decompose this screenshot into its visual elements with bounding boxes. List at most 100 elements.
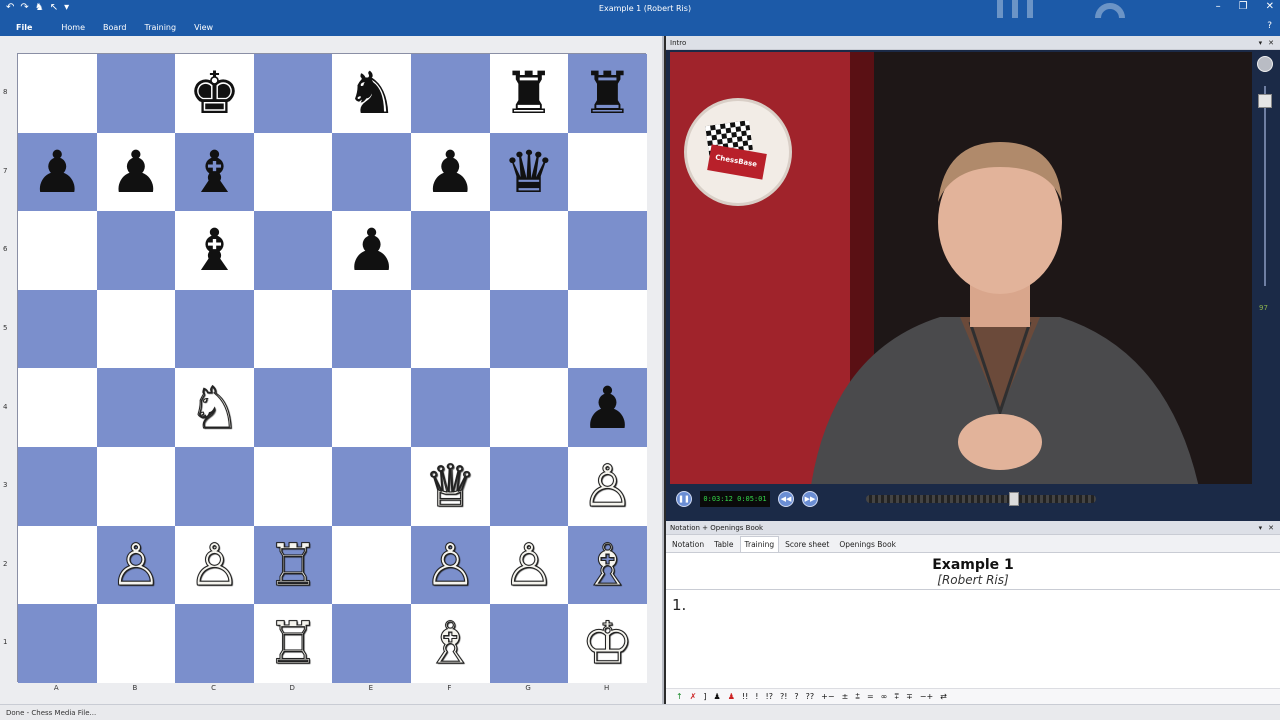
annotation-symbol-button[interactable]: !? — [766, 692, 773, 701]
chess-piece[interactable]: ♟ — [424, 143, 476, 201]
square-f1[interactable]: ♗ — [410, 604, 490, 683]
square-c4[interactable]: ♘ — [175, 368, 254, 447]
annotation-symbol-button[interactable]: +− — [821, 692, 834, 701]
square-g1[interactable] — [489, 604, 569, 683]
tab-home[interactable]: Home — [52, 23, 94, 32]
square-g8[interactable]: ♜ — [489, 54, 569, 133]
annotation-symbol-button[interactable]: ?? — [806, 692, 815, 701]
fast-forward-button[interactable]: ▶▶ — [802, 491, 818, 507]
annotation-symbol-button[interactable]: ⩲ — [855, 692, 860, 702]
chess-piece[interactable]: ♗ — [581, 535, 634, 594]
square-e4[interactable] — [332, 368, 411, 447]
volume-rail[interactable] — [1264, 86, 1266, 286]
square-b1[interactable] — [96, 604, 176, 683]
annotation-symbol-button[interactable]: = — [867, 692, 874, 701]
square-a3[interactable] — [18, 446, 97, 526]
square-d4[interactable] — [253, 368, 333, 447]
square-d8[interactable] — [253, 54, 333, 133]
square-a4[interactable] — [18, 368, 97, 447]
square-e7[interactable] — [332, 132, 411, 212]
square-c6[interactable]: ♝ — [175, 211, 254, 290]
square-f8[interactable] — [410, 54, 490, 133]
annotation-symbol-button[interactable]: ∞ — [881, 692, 888, 701]
tab-openings-book[interactable]: Openings Book — [835, 537, 900, 552]
square-d2[interactable]: ♖ — [253, 525, 333, 605]
square-g4[interactable] — [489, 368, 569, 447]
square-a7[interactable]: ♟ — [18, 132, 97, 212]
square-h1[interactable]: ♔ — [568, 604, 647, 683]
panel-menu-icon[interactable]: ▾ — [1259, 39, 1263, 47]
square-f6[interactable] — [410, 211, 490, 290]
chess-board[interactable]: ♚ ♞ ♜ ♜ ♟ ♟ ♝ ♟ ♛ ♝ ♟ ♘ ♟ ♕ ♙ ♙ ♙ ♖ ♙ ♙ ♗ ♖ ♗ ♔ — [17, 53, 647, 683]
pawn-icon[interactable]: ♟ — [714, 692, 721, 701]
square-f5[interactable] — [410, 289, 490, 369]
chess-piece[interactable]: ♟ — [581, 379, 633, 437]
square-c8[interactable]: ♚ — [175, 54, 254, 133]
square-g6[interactable] — [489, 211, 569, 290]
chess-piece[interactable]: ♙ — [581, 457, 634, 516]
chess-piece[interactable]: ♟ — [346, 221, 398, 279]
chess-piece[interactable]: ♕ — [424, 457, 477, 516]
square-g3[interactable] — [489, 446, 569, 526]
chess-piece[interactable]: ♜ — [581, 64, 633, 122]
chess-piece[interactable]: ♙ — [424, 535, 477, 594]
volume-thumb[interactable] — [1258, 94, 1272, 108]
chess-piece[interactable]: ♜ — [503, 64, 555, 122]
square-b2[interactable]: ♙ — [96, 525, 176, 605]
chess-piece[interactable]: ♚ — [188, 64, 240, 122]
square-b4[interactable] — [96, 368, 176, 447]
annotation-symbol-button[interactable]: ?! — [780, 692, 787, 701]
square-g2[interactable]: ♙ — [489, 525, 569, 605]
square-g7[interactable]: ♛ — [489, 132, 569, 212]
square-b7[interactable]: ♟ — [96, 132, 176, 212]
tab-board[interactable]: Board — [94, 23, 136, 32]
tab-training[interactable]: Training — [136, 23, 186, 32]
square-c3[interactable] — [175, 446, 254, 526]
pause-button[interactable]: ❚❚ — [676, 491, 692, 507]
square-d7[interactable] — [253, 132, 333, 212]
square-b5[interactable] — [96, 289, 176, 369]
annotation-symbol-button[interactable]: −+ — [920, 692, 933, 701]
panel-menu-icon[interactable]: ▾ — [1259, 524, 1263, 532]
tab-file[interactable]: File — [0, 23, 52, 32]
chess-piece[interactable]: ♞ — [346, 64, 398, 122]
square-e2[interactable] — [332, 525, 411, 605]
square-a2[interactable] — [18, 525, 97, 605]
square-f7[interactable]: ♟ — [410, 132, 490, 212]
maximize-icon[interactable]: ❐ — [1239, 1, 1248, 12]
rewind-button[interactable]: ◀◀ — [778, 491, 794, 507]
square-h5[interactable] — [568, 289, 647, 369]
chess-piece[interactable]: ♝ — [188, 221, 240, 279]
square-d5[interactable] — [253, 289, 333, 369]
square-h7[interactable] — [568, 132, 647, 212]
square-h2[interactable]: ♗ — [568, 525, 647, 605]
square-g5[interactable] — [489, 289, 569, 369]
square-d3[interactable] — [253, 446, 333, 526]
chess-piece[interactable]: ♛ — [503, 143, 555, 201]
square-a5[interactable] — [18, 289, 97, 369]
volume-dial-icon[interactable] — [1257, 56, 1273, 72]
chess-piece[interactable]: ♗ — [424, 614, 477, 673]
chess-piece[interactable]: ♝ — [188, 143, 240, 201]
square-c7[interactable]: ♝ — [175, 132, 254, 212]
video-frame[interactable]: ChessBase — [670, 52, 1252, 484]
chess-piece[interactable]: ♙ — [502, 535, 555, 594]
square-c1[interactable] — [175, 604, 254, 683]
chess-piece[interactable]: ♙ — [188, 535, 241, 594]
square-c5[interactable] — [175, 289, 254, 369]
square-f3[interactable]: ♕ — [410, 446, 490, 526]
chess-piece[interactable]: ♟ — [31, 143, 83, 201]
square-f4[interactable] — [410, 368, 490, 447]
square-h8[interactable]: ♜ — [568, 54, 647, 133]
panel-close-icon[interactable]: ✕ — [1268, 39, 1274, 47]
square-f2[interactable]: ♙ — [410, 525, 490, 605]
tab-training-notation[interactable]: Training — [739, 536, 780, 552]
tab-notation[interactable]: Notation — [668, 537, 708, 552]
annotation-symbol-button[interactable]: ! — [755, 692, 758, 701]
tab-score-sheet[interactable]: Score sheet — [781, 537, 833, 552]
annotation-symbol-button[interactable]: ⩱ — [894, 692, 899, 702]
panel-close-icon[interactable]: ✕ — [1268, 524, 1274, 532]
up-arrow-icon[interactable]: ↑ — [676, 692, 683, 701]
delete-icon[interactable]: ✗ — [690, 692, 697, 701]
chess-piece[interactable]: ♘ — [188, 378, 241, 437]
